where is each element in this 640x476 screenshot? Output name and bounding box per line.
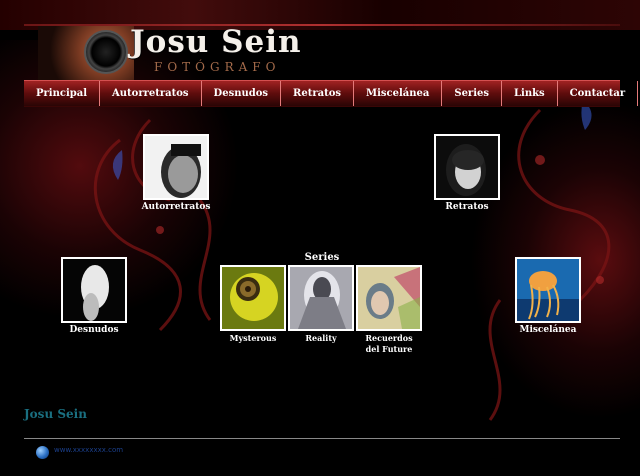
nav-item-series[interactable]: Series xyxy=(442,81,502,106)
desnudos-caption[interactable]: Desnudos xyxy=(58,325,130,336)
miscelanea-caption[interactable]: Miscelánea xyxy=(510,325,586,336)
series-recuerdos-thumbnail[interactable] xyxy=(356,265,422,331)
site-subtitle: FOTÓGRAFO xyxy=(154,60,281,74)
camera-lens-icon xyxy=(84,30,128,74)
main-nav: Principal Autorretratos Desnudos Retrato… xyxy=(24,80,639,107)
series-heading: Series xyxy=(304,252,340,263)
autorretratos-thumbnail[interactable] xyxy=(143,134,209,200)
series-reality-thumbnail[interactable] xyxy=(288,265,354,331)
portrait-photo xyxy=(436,136,498,198)
nav-item-autorretratos[interactable]: Autorretratos xyxy=(100,81,202,106)
mysterous-photo xyxy=(222,267,284,329)
reality-caption[interactable]: Reality xyxy=(288,333,354,344)
desnudos-thumbnail[interactable] xyxy=(61,257,127,323)
recuerdos-caption[interactable]: Recuerdos del Future xyxy=(356,333,422,355)
nav-item-contactar[interactable]: Contactar xyxy=(558,81,639,106)
retratos-thumbnail[interactable] xyxy=(434,134,500,200)
footer-site-name: Josu Sein xyxy=(24,407,87,421)
autorretratos-caption[interactable]: Autorretratos xyxy=(140,202,212,213)
recuerdos-photo xyxy=(358,267,420,329)
jellyfish-photo xyxy=(517,259,579,321)
globe-icon xyxy=(36,446,49,459)
site-header: Josu Sein FOTÓGRAFO xyxy=(24,22,620,80)
nav-item-retratos[interactable]: Retratos xyxy=(281,81,354,106)
nav-item-desnudos[interactable]: Desnudos xyxy=(202,81,282,106)
retratos-caption[interactable]: Retratos xyxy=(430,202,504,213)
nav-item-links[interactable]: Links xyxy=(502,81,558,106)
reality-photo xyxy=(290,267,352,329)
series-mysterous-thumbnail[interactable] xyxy=(220,265,286,331)
recuerdos-caption-line2: del Future xyxy=(365,344,413,354)
miscelanea-thumbnail[interactable] xyxy=(515,257,581,323)
nav-item-miscelanea[interactable]: Miscelánea xyxy=(354,81,443,106)
mysterous-caption[interactable]: Mysterous xyxy=(218,333,288,344)
nav-item-principal[interactable]: Principal xyxy=(24,81,101,106)
self-portrait-photo xyxy=(145,136,207,198)
site-title: Josu Sein xyxy=(130,24,302,60)
nude-photo xyxy=(63,259,125,321)
footer-rule xyxy=(24,438,620,439)
photographer-logo-image xyxy=(38,26,134,80)
footer-link[interactable]: www.xxxxxxxx.com xyxy=(54,446,123,454)
recuerdos-caption-line1: Recuerdos xyxy=(365,333,413,343)
